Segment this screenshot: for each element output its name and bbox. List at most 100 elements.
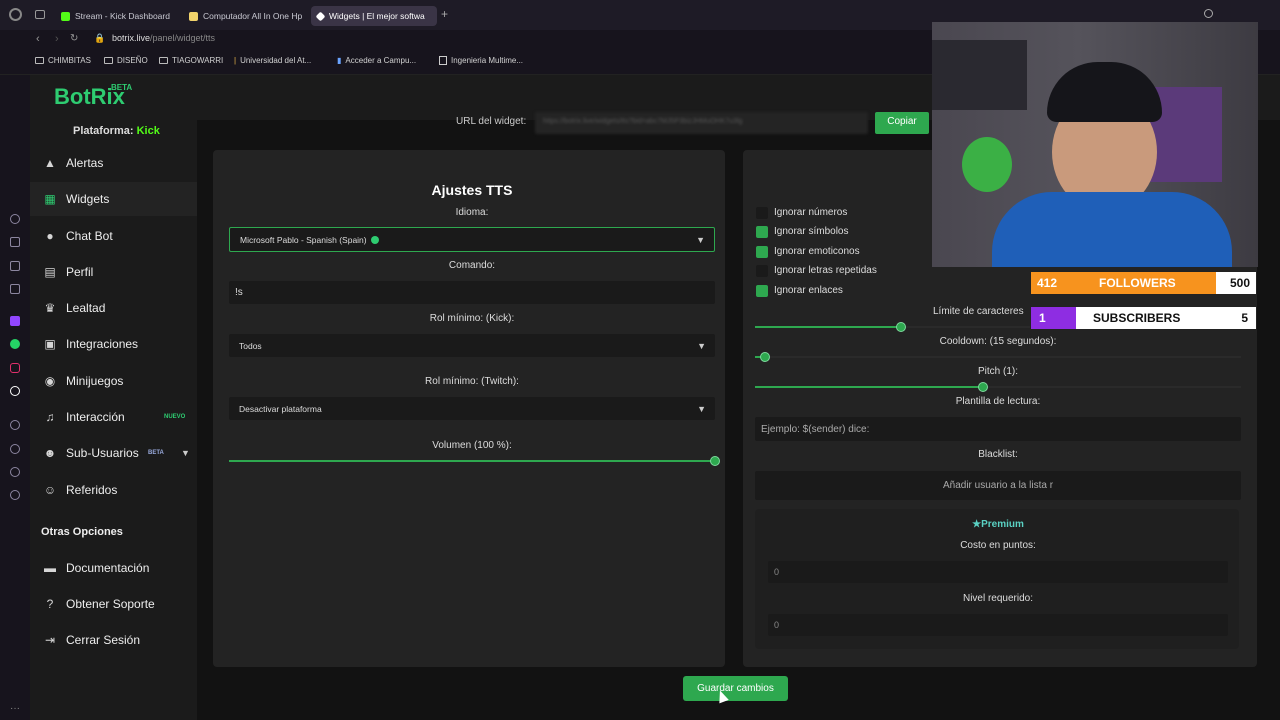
pitch-slider[interactable]	[755, 382, 1241, 392]
level-value: 0	[774, 620, 780, 630]
checkbox-ignore-repeated[interactable]	[756, 265, 768, 277]
sidebar-item-widgets[interactable]: ▦ Widgets	[30, 182, 197, 216]
checkbox-ignore-symbols[interactable]	[756, 226, 768, 238]
slider-thumb[interactable]	[759, 352, 770, 362]
tab-computador[interactable]: Computador All In One Hp	[183, 6, 308, 26]
history-icon[interactable]	[10, 214, 20, 224]
role-kick-value: Todos	[239, 340, 262, 351]
bookmark-label: TIAGOWARRI	[172, 56, 224, 65]
platform-label: Plataforma:	[73, 125, 134, 137]
sidebar-item-minijuegos[interactable]: ◉ Minijuegos	[30, 364, 197, 398]
slider-fill	[755, 326, 901, 328]
command-input[interactable]: !s	[229, 281, 715, 304]
warning-icon: ▲	[44, 155, 56, 170]
cost-input[interactable]: 0	[768, 561, 1228, 583]
forward-icon[interactable]: ›	[55, 33, 59, 45]
template-label: Plantilla de lectura:	[955, 396, 1041, 407]
sidebar-item-documentacion[interactable]: ▬ Documentación	[30, 551, 197, 585]
slider-thumb[interactable]	[710, 456, 720, 466]
address-input[interactable]: botrix.live/panel/widget/tts	[112, 33, 215, 43]
heart-icon[interactable]	[10, 444, 20, 454]
sidebar-item-alertas[interactable]: ▲ Alertas	[30, 146, 197, 180]
sidebar-item-integraciones[interactable]: ▣ Integraciones	[30, 327, 197, 361]
url-host: botrix.live	[112, 33, 151, 43]
bookmark-label: Universidad del At...	[240, 56, 312, 65]
blacklist-input[interactable]: Añadir usuario a la lista r	[755, 471, 1241, 500]
search-icon[interactable]	[1204, 9, 1213, 18]
lock-icon: 🔒	[94, 33, 106, 43]
sidebar-item-lealtad[interactable]: ♛ Lealtad	[30, 291, 197, 325]
bookmark-diseno[interactable]: DISEÑO	[104, 56, 148, 65]
role-twitch-select[interactable]: Desactivar plataforma ▼	[229, 397, 715, 420]
sidebar-item-cerrar-sesion[interactable]: ⇥ Cerrar Sesión	[30, 623, 197, 657]
bot-icon: ●	[46, 228, 54, 243]
tiktok-icon[interactable]	[10, 386, 20, 396]
url-path: /panel/widget/tts	[150, 33, 216, 43]
settings-icon[interactable]	[10, 490, 20, 500]
copy-button[interactable]: Copiar	[875, 112, 929, 134]
university-icon: |	[234, 56, 237, 65]
workspace-icon[interactable]	[35, 10, 45, 19]
role-kick-select[interactable]: Todos ▼	[229, 334, 715, 357]
back-icon[interactable]: ‹	[36, 33, 40, 45]
sidebar-item-chat-bot[interactable]: ● Chat Bot	[30, 219, 197, 253]
browser-side-panel: ···	[0, 75, 30, 720]
bookmark-tiagowarri[interactable]: TIAGOWARRI	[159, 56, 223, 65]
cooldown-slider[interactable]	[755, 352, 1241, 362]
sidebar-item-label: Obtener Soporte	[66, 597, 155, 611]
sidebar-item-label: Interacción	[66, 410, 125, 424]
slider-thumb[interactable]	[895, 322, 906, 332]
grid-icon: ▦	[44, 191, 56, 206]
person-shirt	[992, 192, 1232, 267]
other-options-title: Otras Opciones	[41, 526, 123, 538]
tab-title: Computador All In One Hp	[203, 11, 303, 21]
volume-label: Volumen (100 %):	[432, 440, 512, 451]
reload-icon[interactable]: ↻	[70, 33, 78, 44]
shelf-decor	[932, 40, 1027, 110]
whatsapp-icon[interactable]	[10, 339, 20, 349]
instagram-icon[interactable]	[10, 363, 20, 373]
bookmark-campus[interactable]: ▮ Acceder a Campu...	[337, 56, 416, 65]
logo-beta-badge: BETA	[111, 83, 133, 92]
sidebar-item-soporte[interactable]: ? Obtener Soporte	[30, 587, 197, 621]
sidebar-item-sub-usuarios[interactable]: ☻ Sub-Usuarios BETA ▼	[30, 436, 197, 470]
checkbox-ignore-numbers[interactable]	[756, 207, 768, 219]
gamepad-icon: ◉	[44, 373, 56, 388]
save-changes-button[interactable]: Guardar cambios	[683, 676, 788, 701]
level-label: Nivel requerido:	[962, 593, 1034, 604]
music-app-icon[interactable]	[10, 284, 20, 294]
folder-icon	[35, 57, 44, 64]
sidebar-item-label: Documentación	[66, 561, 150, 575]
hp-favicon-icon	[189, 11, 198, 21]
template-input[interactable]: Ejemplo: $(sender) dice:	[755, 417, 1241, 441]
bookmark-universidad[interactable]: | Universidad del At...	[234, 56, 311, 65]
chevron-down-icon[interactable]: ▼	[181, 448, 190, 458]
bookmark-ingenieria[interactable]: Ingenieria Multime...	[439, 56, 523, 65]
sidebar-item-interaccion[interactable]: ♫ Interacción NUEVO	[30, 400, 197, 434]
level-input[interactable]: 0	[768, 614, 1228, 636]
sidebar-item-referidos[interactable]: ☺ Referidos	[30, 473, 197, 507]
language-select[interactable]: Microsoft Pablo - Spanish (Spain) ▼	[229, 227, 715, 252]
more-icon[interactable]: ···	[10, 703, 20, 714]
checkbox-ignore-links[interactable]	[756, 285, 768, 297]
opera-logo-icon[interactable]	[9, 8, 22, 21]
clock-icon[interactable]	[10, 420, 20, 430]
bag-icon[interactable]	[10, 237, 20, 247]
tab-kick-dashboard[interactable]: Stream - Kick Dashboard	[55, 6, 180, 26]
sidebar-item-perfil[interactable]: ▤ Perfil	[30, 255, 197, 289]
widget-url-field[interactable]: https://botrix.live/widgets/tts?bid=abc7…	[535, 112, 868, 134]
bookmark-chimbitas[interactable]: CHIMBITAS	[35, 56, 91, 65]
twitch-icon[interactable]	[10, 316, 20, 326]
volume-slider[interactable]	[229, 456, 720, 466]
status-dot-icon	[370, 235, 379, 244]
sidebar-item-label: Minijuegos	[66, 374, 124, 388]
sidebar-item-label: Referidos	[66, 483, 118, 497]
sidebar-item-label: Widgets	[66, 192, 110, 206]
feed-icon[interactable]	[10, 467, 20, 477]
trophy-icon: ♛	[44, 300, 56, 315]
tab-widgets[interactable]: Widgets | El mejor softwa	[311, 6, 437, 26]
checkbox-ignore-emotes[interactable]	[756, 246, 768, 258]
kick-favicon-icon	[61, 11, 70, 21]
photo-icon[interactable]	[10, 261, 20, 271]
new-tab-icon[interactable]: +	[441, 7, 448, 21]
